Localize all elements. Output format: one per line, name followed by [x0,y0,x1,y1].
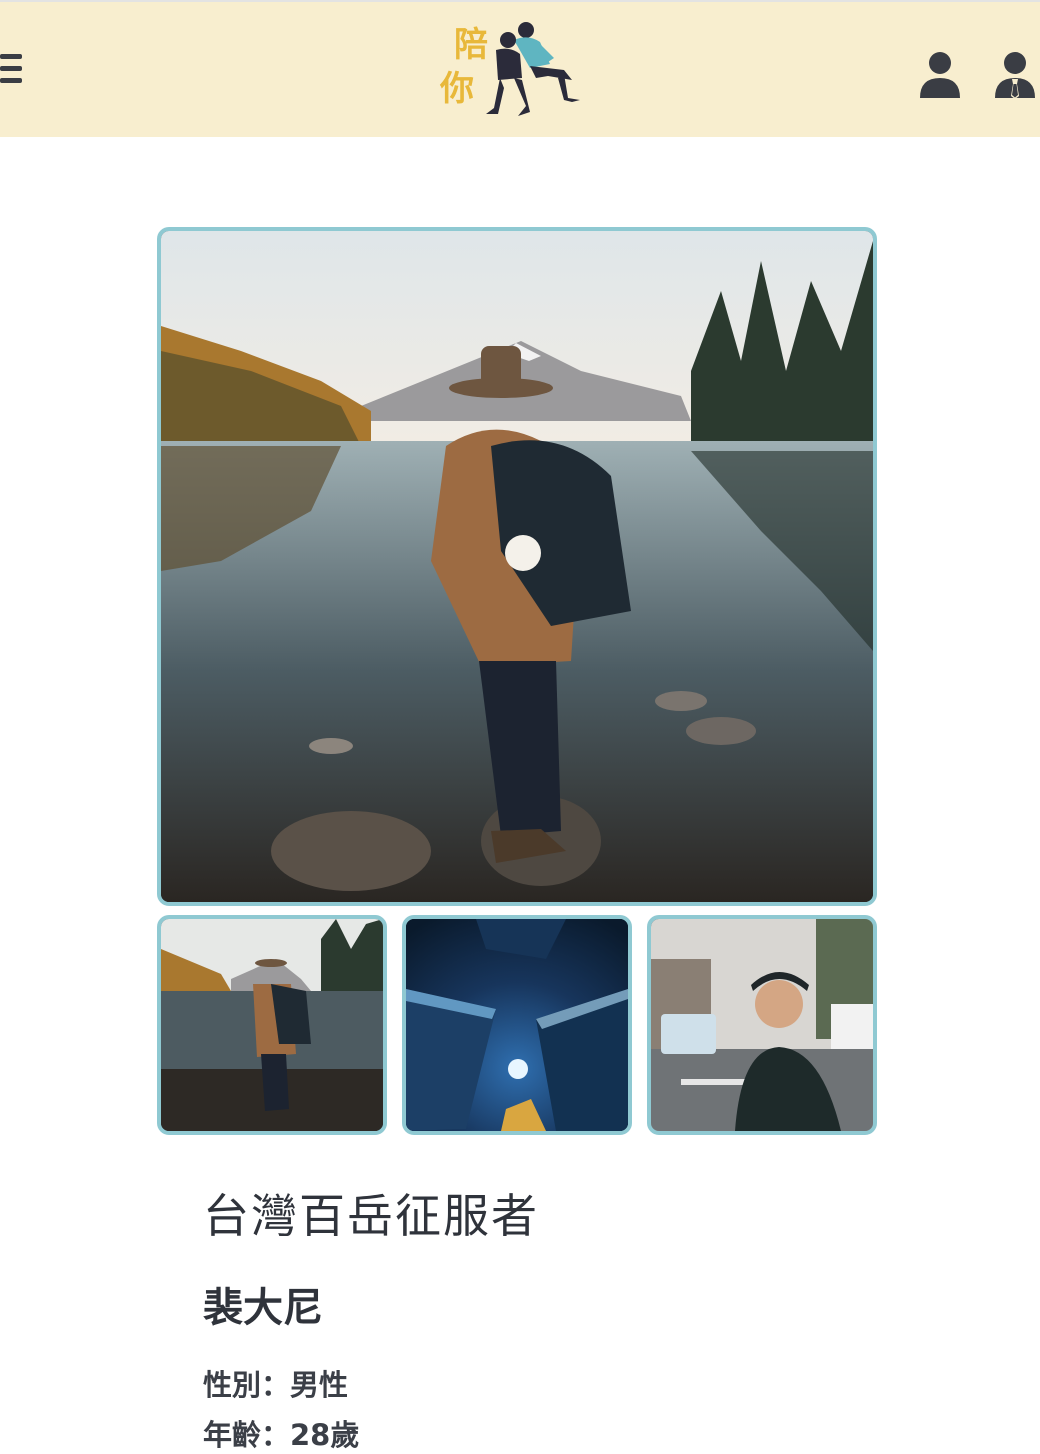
thumbnail-city-skyscrapers-night[interactable] [402,915,632,1135]
logo-text-bottom: 你 [439,69,474,109]
age-info: 年齡：28歲 [203,1418,360,1452]
admin-user-icon[interactable] [993,50,1037,100]
profile-name: 裴大尼 [203,1285,323,1331]
thumbnail-smiling-man-street[interactable] [647,915,877,1135]
thumbnail-hiker-at-lake[interactable] [157,915,387,1135]
user-icon[interactable] [918,50,962,100]
main-photo-hiker-at-lake [157,227,877,906]
menu-icon[interactable] [0,54,22,90]
profile-title: 台灣百岳征服者 [203,1189,539,1243]
app-logo[interactable]: 陪 你 [438,18,588,124]
top-header: 陪 你 [0,0,1040,137]
gender-info: 性別：男性 [203,1368,349,1402]
logo-text-top: 陪 [454,25,488,65]
